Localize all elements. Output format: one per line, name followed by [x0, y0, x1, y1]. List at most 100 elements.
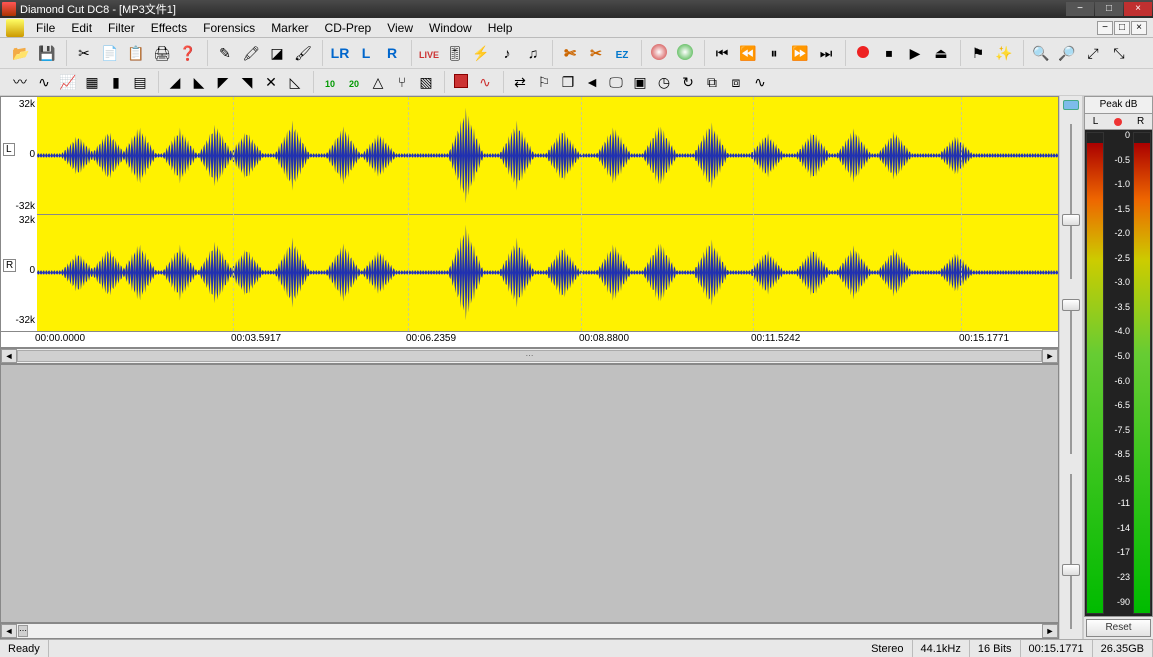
scroll-right-button[interactable]: ► [1042, 349, 1058, 363]
fx1-button[interactable]: ✄ [557, 40, 583, 66]
overview-thumb[interactable] [1063, 100, 1079, 110]
cd-button[interactable] [646, 40, 672, 66]
marker-button[interactable]: 🖍 [238, 40, 264, 66]
env3-button[interactable]: ◤ [211, 71, 235, 93]
peak-reset-button[interactable]: Reset [1086, 619, 1151, 637]
time-ruler[interactable]: 00:00.000000:03.591700:06.235900:08.8800… [0, 332, 1059, 348]
grid-button[interactable]: ▦ [80, 71, 104, 93]
clock-button[interactable]: ◷ [652, 71, 676, 93]
eject-button[interactable]: ⏏ [928, 40, 954, 66]
menu-window[interactable]: Window [421, 19, 480, 37]
zoom-full-button[interactable]: ⤢ [1080, 40, 1106, 66]
skip-start-button[interactable]: ⏮ [709, 40, 735, 66]
scroll-left-button[interactable]: ◄ [1, 624, 17, 638]
lr-button-button[interactable]: LR [327, 40, 353, 66]
l-button-button[interactable]: L [353, 40, 379, 66]
zoom-slider-2[interactable] [1060, 289, 1082, 464]
clip-button[interactable]: ⧉ [700, 71, 724, 93]
sine-button[interactable]: ∿ [748, 71, 772, 93]
sparkle-button[interactable]: ✨ [991, 40, 1017, 66]
brush-button[interactable]: 🖌 [290, 40, 316, 66]
stop-button[interactable]: ⏹ [876, 40, 902, 66]
zoom-sel-button[interactable]: ⤡ [1106, 40, 1132, 66]
arrows-button[interactable]: ⇄ [508, 71, 532, 93]
wave1-button[interactable]: 〰 [8, 71, 32, 93]
note-button[interactable]: ♪ [494, 40, 520, 66]
zoom-slider-3[interactable] [1060, 464, 1082, 639]
pencil-button[interactable]: ✎ [212, 40, 238, 66]
n20-button[interactable]: 20 [342, 71, 366, 93]
wave2-button[interactable]: ∿ [32, 71, 56, 93]
r-button-button[interactable]: R [379, 40, 405, 66]
flash-button[interactable]: ⚡ [468, 40, 494, 66]
ez-button[interactable]: EZ [609, 40, 635, 66]
menu-marker[interactable]: Marker [263, 19, 316, 37]
mdi-min-button[interactable]: − [1097, 21, 1113, 35]
env2-button[interactable]: ◣ [187, 71, 211, 93]
menu-view[interactable]: View [379, 19, 421, 37]
histogram-button[interactable]: ▤ [128, 71, 152, 93]
maximize-button[interactable]: □ [1095, 2, 1123, 16]
red-wave-button[interactable]: ∿ [473, 71, 497, 93]
live-button[interactable]: LIVE [416, 40, 442, 66]
layers-button[interactable]: ❐ [556, 71, 580, 93]
fforward-button[interactable]: ⏩ [787, 40, 813, 66]
fork-button[interactable]: ⑂ [390, 71, 414, 93]
menu-edit[interactable]: Edit [63, 19, 100, 37]
triangle-button[interactable]: ◺ [283, 71, 307, 93]
play-button[interactable]: ▶ [902, 40, 928, 66]
env1-button[interactable]: ◢ [163, 71, 187, 93]
n10-button[interactable]: 10 [318, 71, 342, 93]
monitor-button[interactable]: 🖵 [604, 71, 628, 93]
cross-button[interactable]: ✕ [259, 71, 283, 93]
bars-button[interactable]: ▮ [104, 71, 128, 93]
scroll-thumb[interactable]: ⋯ [17, 350, 1042, 362]
record-button[interactable] [850, 40, 876, 66]
clip2-button[interactable]: ⧈ [724, 71, 748, 93]
flag2-button[interactable]: ⚐ [532, 71, 556, 93]
fx2-button[interactable]: ✂ [583, 40, 609, 66]
pause-button[interactable]: ⏸ [761, 40, 787, 66]
menu-cd-prep[interactable]: CD-Prep [317, 19, 380, 37]
mdi-restore-button[interactable]: □ [1114, 21, 1130, 35]
eraser-button[interactable]: ◪ [264, 40, 290, 66]
env4-button[interactable]: ◥ [235, 71, 259, 93]
scroll-left-button[interactable]: ◄ [1, 349, 17, 363]
monitor2-button[interactable]: ▣ [628, 71, 652, 93]
skip-end-button[interactable]: ⏭ [813, 40, 839, 66]
flag-button[interactable]: ⚑ [965, 40, 991, 66]
zoom-in-button[interactable]: 🔍 [1028, 40, 1054, 66]
color-button[interactable]: ▧ [414, 71, 438, 93]
scroll-right-button[interactable]: ► [1042, 624, 1058, 638]
menu-filter[interactable]: Filter [100, 19, 143, 37]
save-button[interactable]: 💾 [34, 40, 60, 66]
rewind-button[interactable]: ⏪ [735, 40, 761, 66]
copy-button[interactable]: 📄 [97, 40, 123, 66]
menu-forensics[interactable]: Forensics [195, 19, 263, 37]
minimize-button[interactable]: − [1066, 2, 1094, 16]
help-button[interactable]: ❓ [175, 40, 201, 66]
print-button[interactable]: 🖨 [149, 40, 175, 66]
scroll-thumb[interactable]: ⋯ [18, 625, 28, 637]
mdi-close-button[interactable]: × [1131, 21, 1147, 35]
close-button[interactable]: × [1124, 2, 1152, 16]
menu-file[interactable]: File [28, 19, 63, 37]
waveform-scrollbar[interactable]: ◄ ⋯ ► [0, 348, 1059, 364]
menu-help[interactable]: Help [480, 19, 521, 37]
zoom-out-button[interactable]: 🔎 [1054, 40, 1080, 66]
loop-button[interactable]: ↻ [676, 71, 700, 93]
spectrum-button[interactable]: 📈 [56, 71, 80, 93]
red-box-button[interactable] [449, 71, 473, 93]
zoom-slider-1[interactable] [1060, 114, 1082, 289]
dvd-button[interactable] [672, 40, 698, 66]
open-button[interactable]: 📂 [8, 40, 34, 66]
back-button[interactable]: ◄ [580, 71, 604, 93]
menu-effects[interactable]: Effects [143, 19, 195, 37]
cut-button[interactable]: ✂ [71, 40, 97, 66]
peak-button[interactable]: △ [366, 71, 390, 93]
equalizer-button[interactable]: 🎚 [442, 40, 468, 66]
secondary-scrollbar[interactable]: ◄ ⋯ ► [0, 623, 1059, 639]
note2-button[interactable]: ♫ [520, 40, 546, 66]
waveform-panel[interactable]: 32k 0 -32k 32k 0 -32k L R [0, 96, 1059, 332]
paste-button[interactable]: 📋 [123, 40, 149, 66]
